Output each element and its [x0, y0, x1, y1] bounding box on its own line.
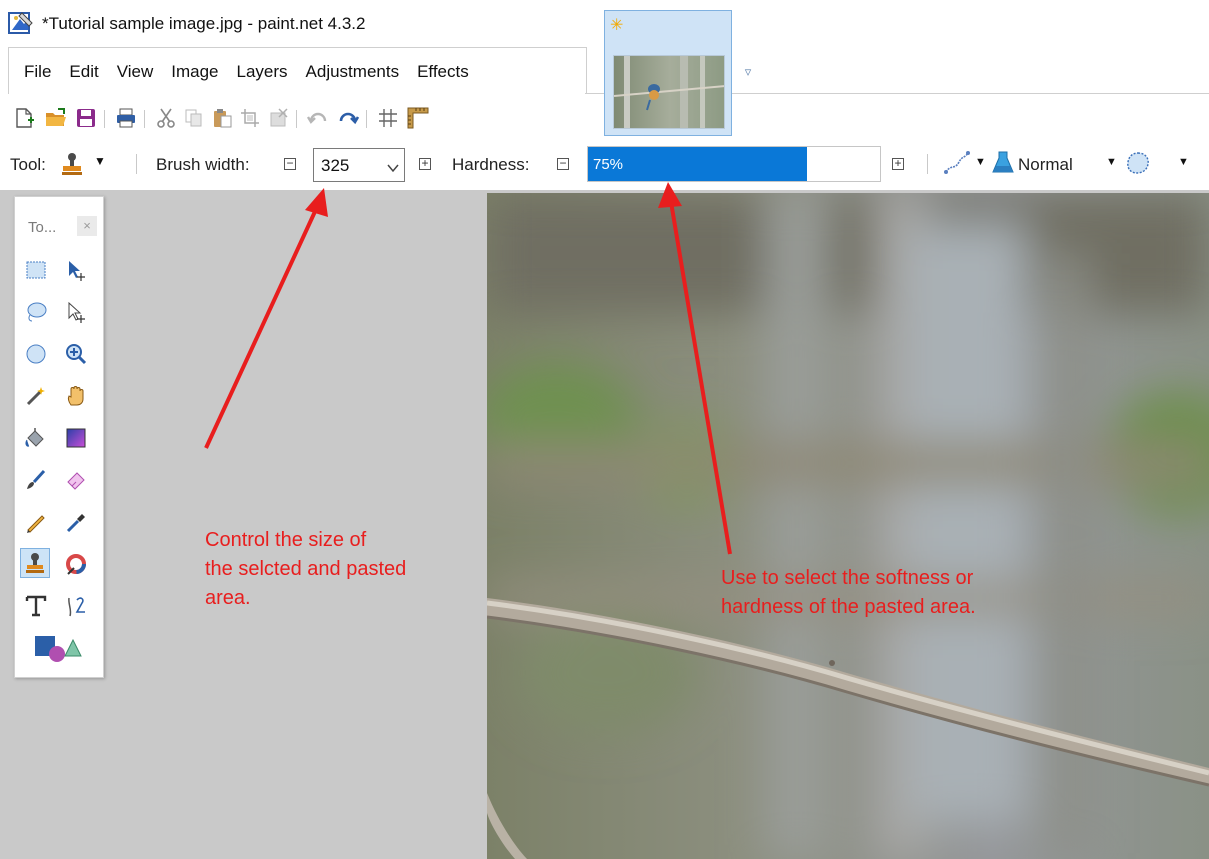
annotation-line: Control the size of	[205, 529, 367, 551]
annotation-line: area.	[205, 587, 251, 609]
annotation-arrows	[204, 182, 732, 555]
left-annotation: Control the size of the selcted and past…	[205, 526, 406, 613]
annotation-line: hardness of the pasted area.	[721, 596, 976, 618]
annotation-line: the selcted and pasted	[205, 558, 407, 580]
arrow-to-hardness	[669, 201, 732, 555]
annotation-line: Use to select the softness or	[721, 567, 974, 589]
right-annotation: Use to select the softness or hardness o…	[721, 564, 976, 622]
arrow-to-brush-width	[204, 204, 320, 449]
